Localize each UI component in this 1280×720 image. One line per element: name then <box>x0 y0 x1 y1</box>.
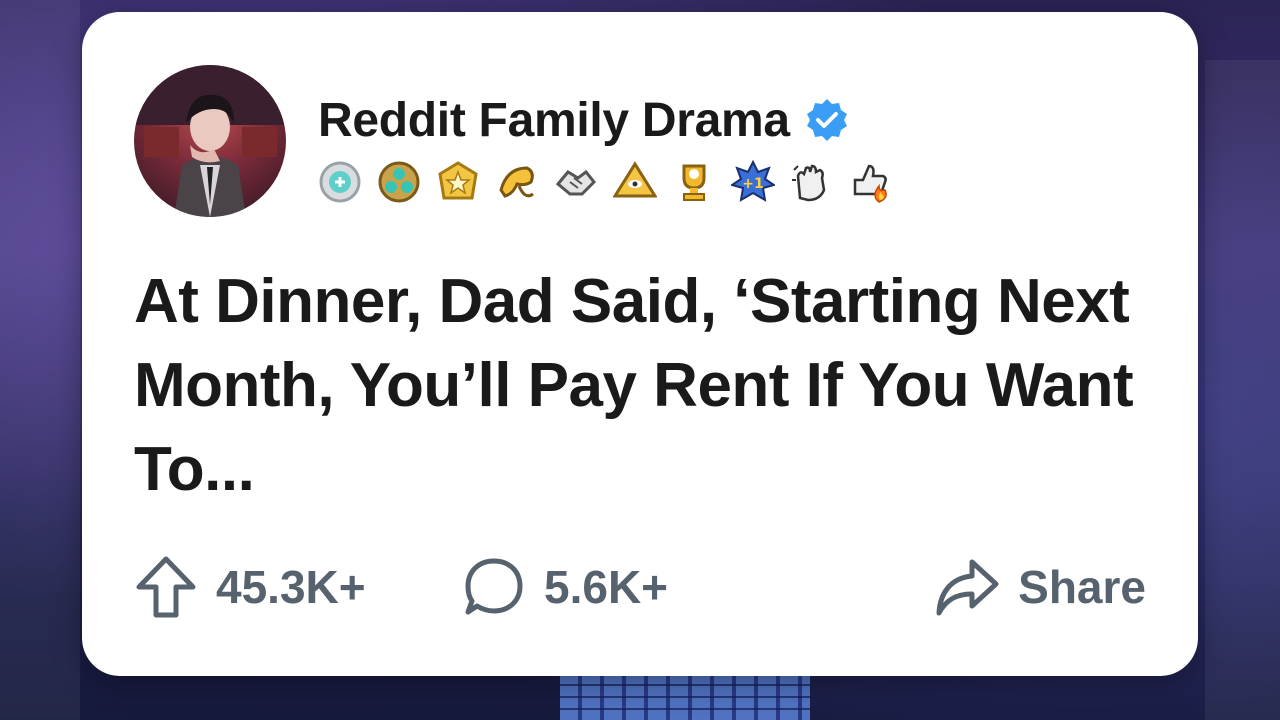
trophy-award-icon <box>672 160 716 204</box>
background-building <box>1205 60 1280 720</box>
post-title[interactable]: At Dinner, Dad Said, ‘Starting Next Mont… <box>134 260 1164 512</box>
share-button[interactable]: Share <box>934 552 1146 622</box>
silver-award-icon <box>318 160 362 204</box>
background-building <box>0 0 80 720</box>
author-name[interactable]: Reddit Family Drama <box>318 93 790 148</box>
background-window-strip <box>560 674 810 720</box>
gold-award-icon <box>436 160 480 204</box>
clapping-award-icon <box>790 160 834 204</box>
comment-count: 5.6K+ <box>544 561 669 613</box>
handshake-award-icon <box>554 160 598 204</box>
comments-button[interactable]: 5.6K+ <box>462 552 668 622</box>
comment-bubble-icon <box>465 558 523 615</box>
upvote-button[interactable]: 45.3K+ <box>134 552 366 622</box>
post-actions: 45.3K+ 5.6K+ Share <box>134 552 1146 622</box>
author-row: Reddit Family Drama <box>318 92 850 148</box>
award-row: +1 <box>318 160 893 204</box>
share-label: Share <box>1018 561 1146 613</box>
tongue-award-icon <box>495 160 539 204</box>
post-card[interactable]: Reddit Family Drama +1 At Dinner, Dad Sa… <box>82 12 1198 676</box>
share-arrow-icon <box>936 559 999 616</box>
avatar[interactable] <box>134 65 286 217</box>
verified-badge-icon <box>806 99 847 141</box>
upvote-arrow-icon <box>136 556 196 618</box>
svg-text:+1: +1 <box>742 176 763 192</box>
pyramid-award-icon <box>613 160 657 204</box>
thumbs-up-fire-award-icon <box>849 160 893 204</box>
plus-one-award-icon: +1 <box>731 160 775 204</box>
upvote-count: 45.3K+ <box>216 561 366 613</box>
platinum-award-icon <box>377 160 421 204</box>
